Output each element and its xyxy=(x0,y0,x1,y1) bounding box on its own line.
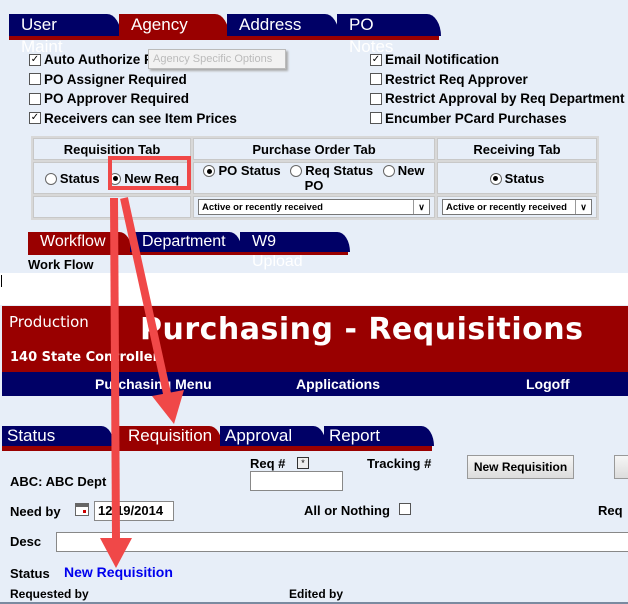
tabs-underline xyxy=(9,36,439,40)
tab-workflow[interactable]: Workflow xyxy=(28,232,132,252)
receiving-filter-cell: Active or recently received ∨ xyxy=(437,196,597,218)
tab-report[interactable]: Report xyxy=(324,426,434,446)
need-by-input[interactable]: 12/19/2014 xyxy=(94,501,174,521)
req-label-cut: Req xyxy=(598,503,623,518)
option-label: Restrict Req Approver xyxy=(385,71,528,87)
agency-label: 140 State Controller xyxy=(10,350,159,365)
checkbox-icon[interactable] xyxy=(370,112,382,125)
radio-req-status[interactable]: Status xyxy=(60,171,100,186)
all-or-nothing-checkbox[interactable] xyxy=(399,503,411,515)
req-lookup-button[interactable]: * xyxy=(297,457,309,469)
option-label: Email Notification xyxy=(385,52,500,68)
option-receivers-prices[interactable]: ✓ Receivers can see Item Prices xyxy=(29,109,237,129)
select-value: Active or recently received xyxy=(446,201,567,213)
radio-receiving-status[interactable]: Status xyxy=(505,171,545,186)
select-value: Active or recently received xyxy=(202,201,323,213)
requisition-tabs: Status Requisition Approval Report xyxy=(2,426,434,451)
radio-req-status[interactable]: Req Status xyxy=(305,163,373,178)
option-po-assigner[interactable]: PO Assigner Required xyxy=(29,70,237,90)
tabs-underline xyxy=(28,252,348,255)
environment-label: Production xyxy=(9,313,89,331)
po-radio-group: PO Status Req Status New PO xyxy=(193,162,435,194)
option-restrict-approval-dept[interactable]: Restrict Approval by Req Department xyxy=(370,89,625,109)
section-label: Work Flow xyxy=(28,257,94,272)
nav-purchasing-menu[interactable]: Purchasing Menu xyxy=(95,376,212,392)
nav-applications[interactable]: Applications xyxy=(296,376,380,392)
radio-icon[interactable] xyxy=(290,165,303,177)
edited-by-label: Edited by xyxy=(289,587,344,601)
tab-agency[interactable]: Agency xyxy=(119,14,229,36)
req-num-input[interactable] xyxy=(250,471,343,491)
tab-requisition[interactable]: Requisition xyxy=(112,426,222,446)
radio-selected-icon[interactable] xyxy=(489,172,502,185)
checkbox-checked-icon[interactable]: ✓ xyxy=(29,53,41,66)
tab-w9-upload[interactable]: W9 Upload xyxy=(240,232,350,270)
options-right: ✓ Email Notification Restrict Req Approve… xyxy=(370,50,625,128)
option-label: PO Approver Required xyxy=(44,91,190,107)
status-label: Status xyxy=(10,566,50,581)
req-num-label: Req # xyxy=(250,456,286,471)
option-label: Receivers can see Item Prices xyxy=(44,110,237,126)
po-filter-cell: Active or recently received ∨ xyxy=(193,196,435,218)
nav-logoff[interactable]: Logoff xyxy=(526,376,570,392)
agency-sub-tabs: Workflow Department W9 Upload xyxy=(28,232,350,270)
header-receiving-tab: Receiving Tab xyxy=(437,138,597,160)
department-label: ABC: ABC Dept xyxy=(10,474,107,489)
radio-po-status[interactable]: PO Status xyxy=(218,163,280,178)
tooltip: Agency Specific Options xyxy=(148,49,286,69)
tracking-label: Tracking # xyxy=(367,456,432,471)
tab-approval[interactable]: Approval xyxy=(220,426,326,446)
option-label: Encumber PCard Purchases xyxy=(385,110,567,126)
tab-user-maint[interactable]: User Maint xyxy=(9,14,121,56)
desc-input[interactable] xyxy=(56,532,628,552)
text-cursor xyxy=(1,275,2,287)
radio-icon[interactable] xyxy=(44,172,57,185)
chevron-down-icon[interactable]: ∨ xyxy=(413,200,429,214)
tab-po-notes[interactable]: PO Notes xyxy=(337,14,441,56)
radio-selected-icon[interactable] xyxy=(203,165,216,177)
checkbox-icon[interactable] xyxy=(370,73,382,86)
chevron-down-icon[interactable]: ∨ xyxy=(575,200,591,214)
option-label: PO Assigner Required xyxy=(44,71,187,87)
need-by-label: Need by xyxy=(10,504,61,519)
option-encumber-pcard[interactable]: Encumber PCard Purchases xyxy=(370,109,625,129)
checkbox-icon[interactable] xyxy=(370,92,382,105)
radio-icon[interactable] xyxy=(382,165,395,177)
checkbox-checked-icon[interactable]: ✓ xyxy=(29,112,41,125)
tab-status[interactable]: Status xyxy=(2,426,114,446)
option-po-approver[interactable]: PO Approver Required xyxy=(29,89,237,109)
toolbar-button[interactable] xyxy=(614,455,628,479)
header-purchase-order-tab: Purchase Order Tab xyxy=(193,138,435,160)
calendar-icon[interactable] xyxy=(75,503,89,516)
tabs-underline xyxy=(2,446,432,451)
desc-label: Desc xyxy=(10,534,42,549)
highlight-box xyxy=(108,156,191,190)
status-value: New Requisition xyxy=(64,564,173,580)
checkbox-icon[interactable] xyxy=(29,92,41,105)
checkbox-checked-icon[interactable]: ✓ xyxy=(370,53,382,66)
requested-by-label: Requested by xyxy=(10,587,89,601)
app-banner: Production Purchasing - Requisitions 140… xyxy=(2,306,628,372)
new-requisition-button[interactable]: New Requisition xyxy=(467,455,574,479)
option-restrict-req-approver[interactable]: Restrict Req Approver xyxy=(370,70,625,90)
all-or-nothing-label: All or Nothing xyxy=(304,503,390,518)
empty-cell xyxy=(33,196,191,218)
tab-department[interactable]: Department xyxy=(130,232,242,252)
settings-tabs: User Maint Agency Address PO Notes xyxy=(9,14,441,56)
page-title: Purchasing - Requisitions xyxy=(140,312,584,347)
receiving-radio-group: Status xyxy=(437,162,597,194)
option-email-notification[interactable]: ✓ Email Notification xyxy=(370,50,625,70)
po-filter-select[interactable]: Active or recently received ∨ xyxy=(198,199,430,215)
checkbox-icon[interactable] xyxy=(29,73,41,86)
receiving-filter-select[interactable]: Active or recently received ∨ xyxy=(442,199,592,215)
tab-address[interactable]: Address xyxy=(227,14,339,36)
option-label: Restrict Approval by Req Department xyxy=(385,91,625,107)
nav-bar: Purchasing Menu Applications Logoff xyxy=(2,372,628,396)
